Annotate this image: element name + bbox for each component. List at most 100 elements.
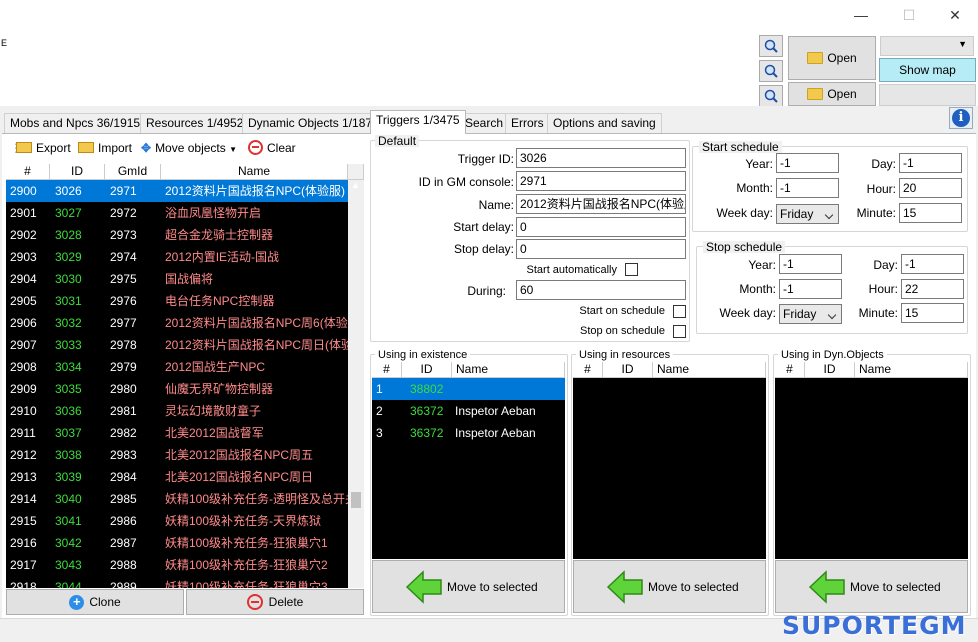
show-map-button[interactable]: Show map xyxy=(879,58,976,82)
row-num: 2904 xyxy=(10,272,37,286)
table-row[interactable]: 2905 3031 2976 电台任务NPC控制器 xyxy=(6,290,348,312)
table-row[interactable]: 2913 3039 2984 北美2012国战报名NPC周日 xyxy=(6,466,348,488)
export-label: Export xyxy=(36,141,71,155)
stop-weekday-select[interactable]: Friday xyxy=(779,304,842,324)
tab-search[interactable]: Search xyxy=(459,113,510,133)
table-row[interactable]: 2908 3034 2979 2012国战生产NPC xyxy=(6,356,348,378)
trigger-id-field[interactable]: 3026 xyxy=(516,148,686,168)
table-row[interactable]: 2917 3043 2988 妖精100级补充任务-狂狼巢穴2 xyxy=(6,554,348,576)
open-button-1[interactable]: Open xyxy=(788,36,876,80)
stop-delay-field[interactable]: 0 xyxy=(516,239,686,259)
map-dropdown[interactable]: ▼ xyxy=(880,36,974,56)
list-scrollbar[interactable]: ▲ xyxy=(348,180,364,588)
table-row[interactable]: 2918 3044 2989 妖精100级补充任务-狂狼巢穴3 xyxy=(6,576,348,588)
list-item[interactable]: 3 36372 Inspetor Aeban xyxy=(372,422,565,444)
table-row[interactable]: 2912 3038 2983 北美2012国战报名NPC周五 xyxy=(6,444,348,466)
col-header-name[interactable]: Name xyxy=(161,164,348,180)
resources-grid[interactable]: # ID Name xyxy=(573,362,766,559)
open-button-2[interactable]: Open xyxy=(788,82,876,106)
table-row[interactable]: 2915 3041 2986 妖精100级补充任务-天界炼狱 xyxy=(6,510,348,532)
dynobjects-grid[interactable]: # ID Name xyxy=(775,362,968,559)
row-num: 2901 xyxy=(10,206,37,220)
row-gmid: 2972 xyxy=(110,206,137,220)
table-row[interactable]: 2900 3026 2971 2012资料片国战报名NPC(体验服) xyxy=(6,180,348,202)
list-item[interactable]: 2 36372 Inspetor Aeban xyxy=(372,400,565,422)
start-minute-field[interactable]: 15 xyxy=(899,203,962,223)
col-header-id[interactable]: ID xyxy=(50,164,105,180)
col-header-name[interactable]: Name xyxy=(452,362,565,378)
existence-move-button[interactable]: Move to selected xyxy=(372,560,565,613)
stop-year-field[interactable]: -1 xyxy=(779,254,842,274)
info-button[interactable]: i xyxy=(949,107,973,129)
import-button[interactable]: Import xyxy=(78,139,132,157)
col-header-num[interactable]: # xyxy=(372,362,402,378)
scroll-thumb[interactable] xyxy=(351,492,361,508)
col-header-id[interactable]: ID xyxy=(805,362,855,378)
tab-errors[interactable]: Errors xyxy=(505,113,550,133)
move-objects-button[interactable]: ✥ Move objects ▼ xyxy=(141,139,237,159)
search-icon-button-1[interactable] xyxy=(759,35,783,57)
clear-button[interactable]: Clear xyxy=(248,139,296,157)
col-header-id[interactable]: ID xyxy=(402,362,452,378)
start-weekday-select[interactable]: Friday xyxy=(776,204,839,224)
col-header-name[interactable]: Name xyxy=(653,362,766,378)
col-header-name[interactable]: Name xyxy=(855,362,968,378)
col-header-num[interactable]: # xyxy=(6,164,50,180)
col-header-num[interactable]: # xyxy=(573,362,603,378)
stop-month-field[interactable]: -1 xyxy=(779,279,842,299)
tab-resources[interactable]: Resources 1/4952 xyxy=(140,113,250,133)
table-row[interactable]: 2902 3028 2973 超合金龙骑士控制器 xyxy=(6,224,348,246)
tab-mobs-npcs[interactable]: Mobs and Npcs 36/19152 xyxy=(4,113,153,133)
search-icon-button-2[interactable] xyxy=(759,60,783,82)
col-header-gmid[interactable]: GmId xyxy=(105,164,161,180)
table-row[interactable]: 2911 3037 2982 北美2012国战督军 xyxy=(6,422,348,444)
resources-move-button[interactable]: Move to selected xyxy=(573,560,766,613)
stop-minute-field[interactable]: 15 xyxy=(901,303,964,323)
triggers-list[interactable]: # ID GmId Name 2900 3026 2971 2012资料片国战报名NP… xyxy=(6,164,364,588)
start-on-schedule-label: Start on schedule xyxy=(579,305,665,317)
existence-title: Using in existence xyxy=(375,349,471,361)
stop-day-field[interactable]: -1 xyxy=(901,254,964,274)
row-name: Inspetor Aeban xyxy=(455,404,536,418)
list-item[interactable]: 1 38802 xyxy=(372,378,565,400)
table-row[interactable]: 2901 3027 2972 浴血凤凰怪物开启 xyxy=(6,202,348,224)
start-day-field[interactable]: -1 xyxy=(899,153,962,173)
during-field[interactable]: 60 xyxy=(516,280,686,300)
delete-button[interactable]: Delete xyxy=(186,589,364,615)
table-row[interactable]: 2909 3035 2980 仙魔无界矿物控制器 xyxy=(6,378,348,400)
blank-button[interactable] xyxy=(879,84,976,106)
tab-triggers[interactable]: Triggers 1/3475 xyxy=(370,110,466,134)
stop-on-schedule-checkbox[interactable] xyxy=(673,325,686,338)
table-row[interactable]: 2903 3029 2974 2012内置IE活动-国战 xyxy=(6,246,348,268)
close-button[interactable]: ✕ xyxy=(932,0,978,30)
table-row[interactable]: 2914 3040 2985 妖精100级补充任务-透明怪及总开关 xyxy=(6,488,348,510)
table-row[interactable]: 2904 3030 2975 国战偏将 xyxy=(6,268,348,290)
export-button[interactable]: Export xyxy=(16,139,71,157)
start-month-field[interactable]: -1 xyxy=(776,178,839,198)
tab-options-saving[interactable]: Options and saving xyxy=(547,113,662,133)
minimize-button[interactable]: — xyxy=(838,0,884,30)
gm-id-field[interactable]: 2971 xyxy=(516,171,686,191)
start-hour-label: Hour: xyxy=(866,182,896,196)
col-header-num[interactable]: # xyxy=(775,362,805,378)
name-field[interactable]: 2012资料片国战报名NPC(体验服) xyxy=(516,194,686,214)
table-row[interactable]: 2910 3036 2981 灵坛幻境散财童子 xyxy=(6,400,348,422)
tab-dynamic-objects[interactable]: Dynamic Objects 1/1872 xyxy=(242,113,385,133)
start-on-schedule-checkbox[interactable] xyxy=(673,305,686,318)
existence-grid[interactable]: # ID Name 1 38802 2 36372 Inspetor Aeban 3 363… xyxy=(372,362,565,559)
table-row[interactable]: 2916 3042 2987 妖精100级补充任务-狂狼巢穴1 xyxy=(6,532,348,554)
table-row[interactable]: 2906 3032 2977 2012资料片国战报名NPC周6(体验服 xyxy=(6,312,348,334)
start-year-field[interactable]: -1 xyxy=(776,153,839,173)
table-row[interactable]: 2907 3033 2978 2012资料片国战报名NPC周日(体验 xyxy=(6,334,348,356)
start-automatically-checkbox[interactable] xyxy=(625,263,638,276)
start-hour-field[interactable]: 20 xyxy=(899,178,962,198)
stop-hour-field[interactable]: 22 xyxy=(901,279,964,299)
dynobjects-move-button[interactable]: Move to selected xyxy=(775,560,968,613)
col-header-id[interactable]: ID xyxy=(603,362,653,378)
scroll-up-icon[interactable]: ▲ xyxy=(351,180,360,190)
row-id: 3029 xyxy=(55,250,82,264)
maximize-button[interactable]: ☐ xyxy=(886,0,932,30)
search-icon-button-3[interactable] xyxy=(759,85,783,107)
start-delay-field[interactable]: 0 xyxy=(516,217,686,237)
clone-button[interactable]: + Clone xyxy=(6,589,184,615)
